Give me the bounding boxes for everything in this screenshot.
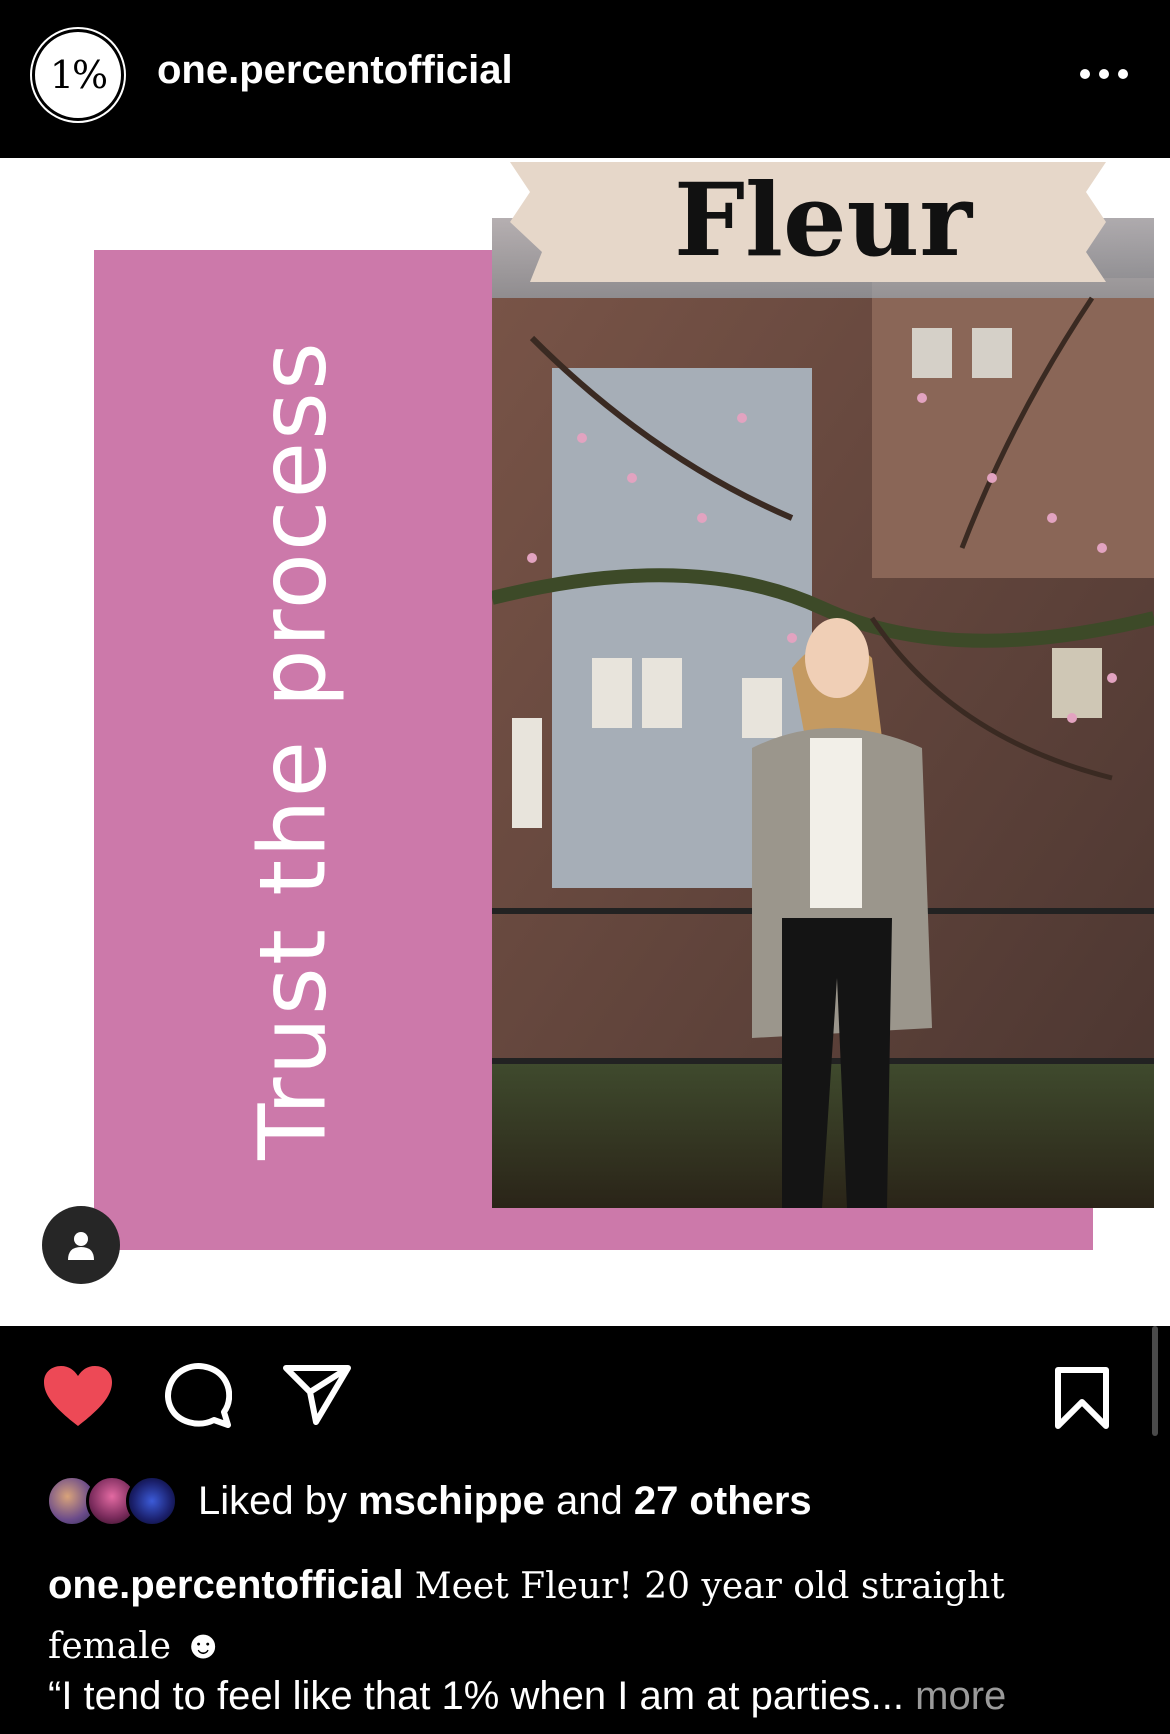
likes-prefix: Liked by <box>198 1478 347 1523</box>
name-banner: Fleur <box>510 158 1106 282</box>
slogan-text: Trust the process <box>239 340 347 1160</box>
avatar <box>126 1475 178 1527</box>
likes-others[interactable]: 27 others <box>634 1479 812 1524</box>
portrait-photo <box>492 218 1154 1208</box>
action-bar <box>0 1326 1170 1466</box>
heart-icon[interactable] <box>42 1364 114 1433</box>
liker-username[interactable]: mschippe <box>358 1479 545 1524</box>
post-header: 1% one.percentofficial <box>0 0 1170 158</box>
username[interactable]: one.percentofficial <box>157 48 513 93</box>
more-link[interactable]: more <box>915 1674 1006 1718</box>
liker-avatars <box>46 1473 178 1529</box>
bookmark-icon[interactable] <box>1054 1366 1110 1435</box>
more-options-icon[interactable] <box>1080 62 1128 86</box>
caption: one.percentofficial Meet Fleur! 20 year … <box>48 1556 1138 1676</box>
vertical-slogan: Trust the process <box>94 250 492 1250</box>
likes-joiner: and <box>555 1478 623 1523</box>
profile-avatar[interactable]: 1% <box>32 29 124 121</box>
banner-name: Fleur <box>674 161 972 279</box>
share-icon[interactable] <box>282 1362 352 1431</box>
quote-text: “I tend to feel like that 1% when I am a… <box>48 1674 904 1718</box>
caption-username[interactable]: one.percentofficial <box>48 1563 404 1607</box>
logo-text: 1% <box>49 53 108 97</box>
post-image[interactable]: Trust the process Fleur <box>0 158 1170 1326</box>
comment-icon[interactable] <box>164 1362 233 1433</box>
scrollbar[interactable] <box>1152 1326 1158 1436</box>
caption-quote: “I tend to feel like that 1% when I am a… <box>48 1674 1006 1719</box>
smiley-icon: ☻ <box>182 1623 225 1667</box>
likes-summary[interactable]: Liked by mschippe and 27 others <box>46 1471 812 1531</box>
tagged-people-icon[interactable] <box>42 1206 120 1284</box>
